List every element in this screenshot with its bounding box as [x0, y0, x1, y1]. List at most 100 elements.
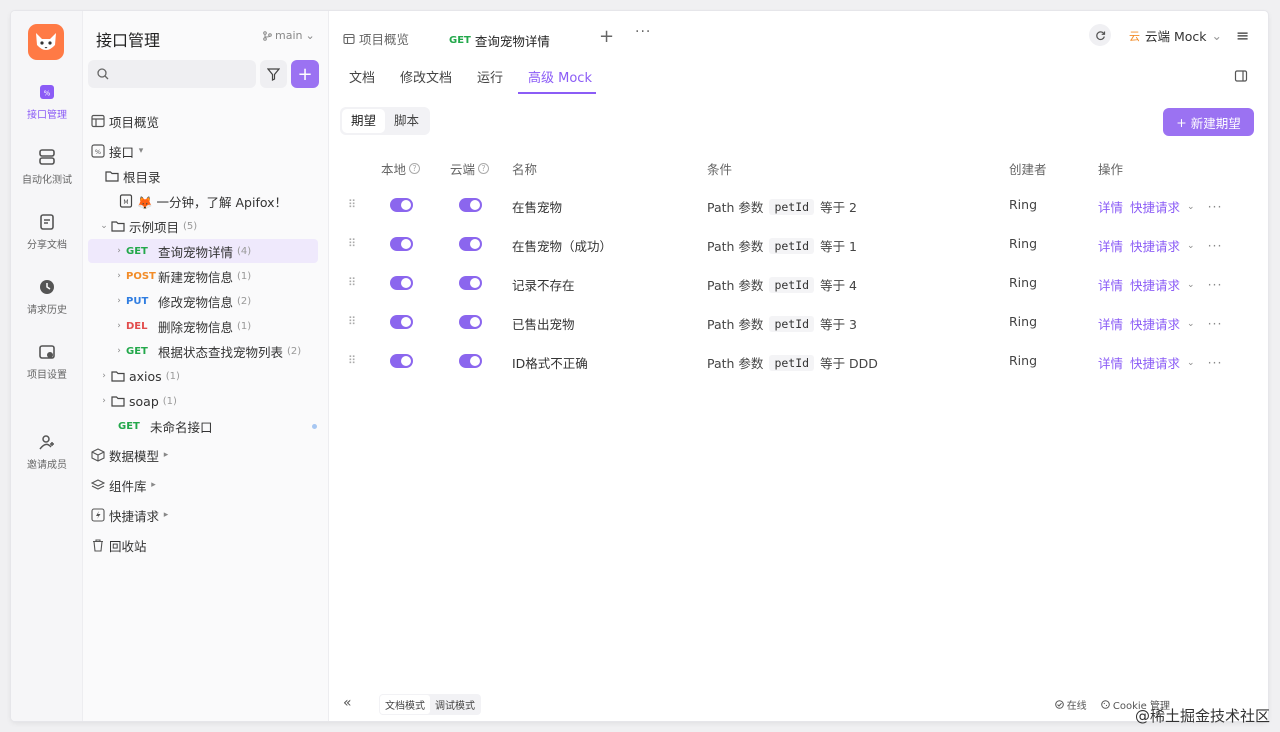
chevron-down-icon[interactable]: ⌄ [1187, 241, 1195, 251]
caret-right-icon: › [117, 246, 121, 256]
mock-env-select[interactable]: 云 云端 Mock ⌄ [1129, 26, 1222, 45]
tree-item-interfaces[interactable]: % 接口 ▾ [83, 139, 329, 163]
table-row: ⠿ 记录不存在 Path 参数 petId 等于 4 Ring 详情 快捷请求 ⌄ ··· [340, 264, 1254, 303]
online-status[interactable]: 在线 [1054, 697, 1087, 712]
tree-endpoint[interactable]: › GET 根据状态查找宠物列表 (2) [83, 339, 329, 363]
tree-item-overview[interactable]: 项目概览 [83, 109, 329, 133]
caret-right-icon: › [117, 346, 121, 356]
refresh-button[interactable] [1089, 24, 1111, 46]
local-toggle[interactable] [390, 237, 413, 251]
rail-item-invite[interactable]: 邀请成员 [11, 433, 83, 471]
mode-debug[interactable]: 调试模式 [430, 695, 480, 714]
condition: Path 参数 petId 等于 DDD [707, 353, 878, 372]
tab-more-button[interactable]: ··· [635, 24, 651, 40]
local-toggle[interactable] [390, 198, 413, 212]
tab-project-overview[interactable]: 项目概览 [343, 29, 409, 48]
help-icon[interactable]: ? [409, 163, 421, 174]
cloud-toggle[interactable] [459, 198, 482, 212]
more-icon[interactable]: ··· [1208, 238, 1223, 253]
more-icon[interactable]: ··· [1208, 199, 1223, 214]
local-toggle[interactable] [390, 315, 413, 329]
more-icon[interactable]: ··· [1208, 277, 1223, 292]
quick-request-link[interactable]: 快捷请求 [1130, 236, 1180, 255]
subtab-run[interactable]: 运行 [477, 67, 503, 86]
rail-item-automation[interactable]: 自动化测试 [11, 148, 83, 186]
detail-link[interactable]: 详情 [1098, 197, 1123, 216]
subtab-edit-docs[interactable]: 修改文档 [400, 67, 452, 86]
folder-icon [111, 371, 125, 382]
chevron-down-icon[interactable]: ⌄ [1187, 319, 1195, 329]
subtab-docs[interactable]: 文档 [349, 67, 375, 86]
help-icon[interactable]: ? [478, 163, 490, 174]
quick-request-link[interactable]: 快捷请求 [1130, 314, 1180, 333]
detail-link[interactable]: 详情 [1098, 314, 1123, 333]
chevron-down-icon[interactable]: ⌄ [1187, 358, 1195, 368]
creator: Ring [1009, 353, 1038, 368]
mode-doc[interactable]: 文档模式 [380, 695, 430, 714]
tree-item-folder-example[interactable]: ⌄ 示例项目 (5) [83, 214, 329, 238]
quick-request-link[interactable]: 快捷请求 [1130, 353, 1180, 372]
tree-item-intro-doc[interactable]: M 🦊 一分钟，了解 Apifox！ [83, 189, 329, 213]
more-icon[interactable]: ··· [1208, 316, 1223, 331]
quick-request-link[interactable]: 快捷请求 [1130, 275, 1180, 294]
more-icon[interactable]: ··· [1208, 355, 1223, 370]
rail-item-settings[interactable]: 项目设置 [11, 343, 83, 381]
drag-handle-icon[interactable]: ⠿ [348, 276, 356, 289]
tab-get-pet-detail[interactable]: GET 查询宠物详情 [441, 21, 581, 59]
drag-handle-icon[interactable]: ⠿ [348, 315, 356, 328]
cond-suffix: 等于 DDD [820, 356, 878, 371]
search-input[interactable] [88, 60, 256, 88]
collapse-sidebar-icon[interactable]: « [343, 695, 352, 711]
tree-item-quick-request[interactable]: 快捷请求 ▸ [83, 503, 329, 527]
tree-endpoint[interactable]: › GET 查询宠物详情 (4) [88, 239, 318, 263]
drag-handle-icon[interactable]: ⠿ [348, 198, 356, 211]
add-button[interactable]: + [291, 60, 319, 88]
tree-endpoint[interactable]: › DEL 删除宠物信息 (1) [83, 314, 329, 338]
tree-item-root[interactable]: 根目录 [83, 164, 329, 188]
tree-item-folder-axios[interactable]: › axios (1) [83, 364, 329, 388]
local-toggle[interactable] [390, 354, 413, 368]
tree-count: (2) [287, 345, 302, 357]
rail-item-share-doc[interactable]: 分享文档 [11, 213, 83, 251]
tree-endpoint[interactable]: › POST 新建宠物信息 (1) [83, 264, 329, 288]
branch-selector[interactable]: main ⌄ [263, 29, 315, 42]
tab-bar: 项目概览 GET 查询宠物详情 + ··· 云 云端 Mock ⌄ ≡ [329, 11, 1268, 59]
new-tab-button[interactable]: + [599, 26, 614, 47]
cloud-toggle[interactable] [459, 354, 482, 368]
expectation-name: 在售宠物（成功） [512, 239, 613, 254]
tree-label: soap [129, 393, 159, 409]
method-badge: GET [126, 345, 148, 357]
filter-button[interactable] [260, 60, 287, 88]
tree-item-recycle-bin[interactable]: 回收站 [83, 533, 329, 557]
cond-suffix: 等于 1 [820, 239, 857, 254]
detail-link[interactable]: 详情 [1098, 353, 1123, 372]
rail-label: 请求历史 [27, 305, 67, 316]
seg-expectations[interactable]: 期望 [342, 109, 386, 133]
tree-count: (1) [162, 395, 177, 407]
rail-item-api-management[interactable]: % 接口管理 [11, 83, 83, 121]
chevron-down-icon[interactable]: ⌄ [1187, 280, 1195, 290]
tree-item-folder-soap[interactable]: › soap (1) [83, 389, 329, 413]
seg-script[interactable]: 脚本 [385, 109, 428, 133]
condition: Path 参数 petId 等于 4 [707, 275, 857, 294]
tree-item-data-models[interactable]: 数据模型 ▸ [83, 443, 329, 467]
cloud-toggle[interactable] [459, 315, 482, 329]
tree-endpoint[interactable]: › PUT 修改宠物信息 (2) [83, 289, 329, 313]
side-panel-toggle-icon[interactable] [1234, 69, 1248, 83]
tree-item-unnamed[interactable]: GET 未命名接口 [83, 414, 329, 438]
quick-request-link[interactable]: 快捷请求 [1130, 197, 1180, 216]
menu-button[interactable]: ≡ [1236, 26, 1249, 45]
drag-handle-icon[interactable]: ⠿ [348, 237, 356, 250]
subtab-advanced-mock[interactable]: 高级 Mock [528, 67, 592, 86]
detail-link[interactable]: 详情 [1098, 275, 1123, 294]
new-expectation-button[interactable]: + 新建期望 [1163, 108, 1254, 136]
detail-link[interactable]: 详情 [1098, 236, 1123, 255]
rail-item-history[interactable]: 请求历史 [11, 278, 83, 316]
cloud-toggle[interactable] [459, 237, 482, 251]
tree-count: (1) [165, 370, 180, 382]
local-toggle[interactable] [390, 276, 413, 290]
tree-item-components[interactable]: 组件库 ▸ [83, 473, 329, 497]
cloud-toggle[interactable] [459, 276, 482, 290]
chevron-down-icon[interactable]: ⌄ [1187, 202, 1195, 212]
drag-handle-icon[interactable]: ⠿ [348, 354, 356, 367]
